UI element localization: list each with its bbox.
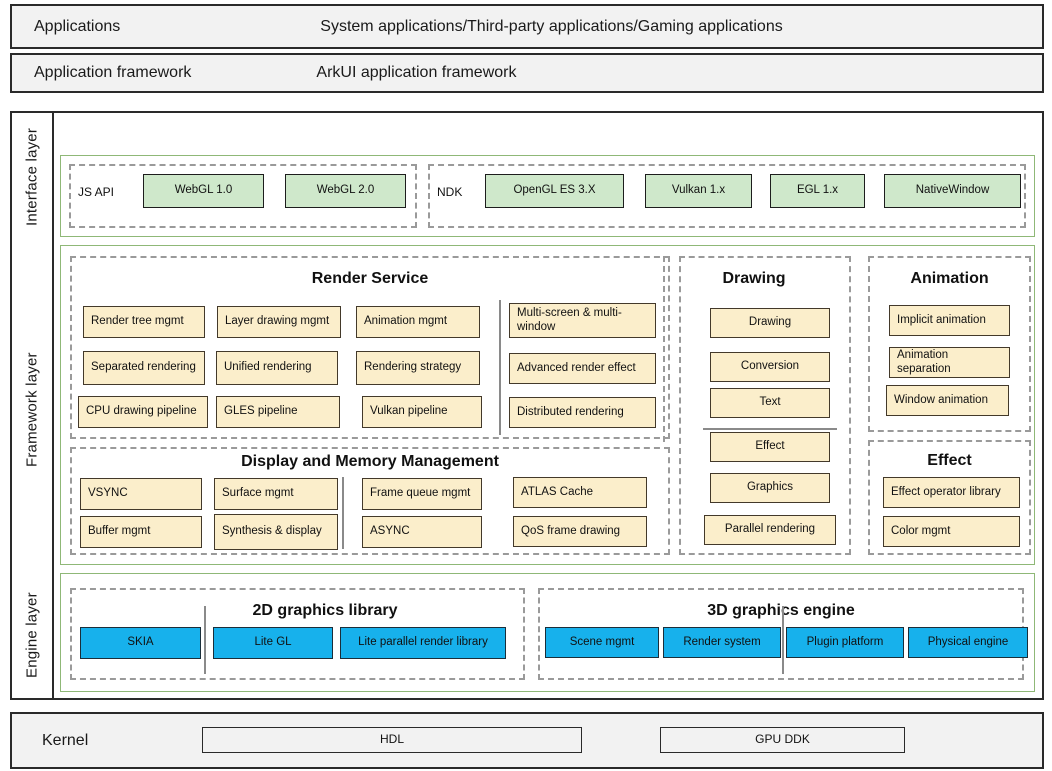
chip-gles-pipeline[interactable]: GLES pipeline xyxy=(216,396,340,428)
ndk-label: NDK xyxy=(437,185,463,199)
layer-label-divider xyxy=(52,113,54,698)
application-framework-bar: Application framework ArkUI application … xyxy=(10,53,1044,93)
chip-lite-gl[interactable]: Lite GL xyxy=(213,627,333,659)
chip-egl[interactable]: EGL 1.x xyxy=(770,174,865,208)
chip-unified-rendering[interactable]: Unified rendering xyxy=(216,351,338,385)
application-framework-content: ArkUI application framework xyxy=(316,64,517,81)
chip-animation-mgmt[interactable]: Animation mgmt xyxy=(356,306,480,338)
kernel-label: Kernel xyxy=(42,731,89,749)
chip-rendering-strategy[interactable]: Rendering strategy xyxy=(356,351,480,385)
chip-cpu-drawing-pipeline[interactable]: CPU drawing pipeline xyxy=(78,396,208,428)
chip-async[interactable]: ASYNC xyxy=(362,516,482,548)
chip-implicit-animation[interactable]: Implicit animation xyxy=(889,305,1010,336)
chip-frame-queue-mgmt[interactable]: Frame queue mgmt xyxy=(362,478,482,510)
interface-layer-label: Interface layer xyxy=(23,127,41,227)
chip-advanced-render-effect[interactable]: Advanced render effect xyxy=(509,353,656,384)
chip-skia[interactable]: SKIA xyxy=(80,627,201,659)
chip-separated-rendering[interactable]: Separated rendering xyxy=(83,351,205,385)
render-service-title: Render Service xyxy=(311,270,429,287)
engine-layer-label: Engine layer xyxy=(23,592,41,679)
chip-render-system[interactable]: Render system xyxy=(663,627,781,658)
chip-gpu-ddk[interactable]: GPU DDK xyxy=(660,727,905,753)
drawing-section-divider xyxy=(703,428,837,430)
chip-animation-separation[interactable]: Animation separation xyxy=(889,347,1010,378)
applications-bar: Applications System applications/Third-p… xyxy=(10,4,1044,49)
chip-nativewindow[interactable]: NativeWindow xyxy=(884,174,1021,208)
chip-text[interactable]: Text xyxy=(710,388,830,418)
chip-window-animation[interactable]: Window animation xyxy=(886,385,1009,416)
architecture-diagram: Applications System applications/Third-p… xyxy=(0,0,1052,771)
graphics-2d-title: 2D graphics library xyxy=(252,602,398,619)
graphics-3d-title: 3D graphics engine xyxy=(707,602,855,619)
chip-vsync[interactable]: VSYNC xyxy=(80,478,202,510)
chip-layer-drawing-mgmt[interactable]: Layer drawing mgmt xyxy=(217,306,341,338)
chip-hdl[interactable]: HDL xyxy=(202,727,582,753)
chip-plugin-platform[interactable]: Plugin platform xyxy=(786,627,904,658)
chip-render-tree-mgmt[interactable]: Render tree mgmt xyxy=(83,306,205,338)
chip-webgl-20[interactable]: WebGL 2.0 xyxy=(285,174,406,208)
drawing-left-dash-rule xyxy=(663,256,665,442)
chip-conversion[interactable]: Conversion xyxy=(710,352,830,382)
animation-title: Animation xyxy=(910,270,989,287)
chip-color-mgmt[interactable]: Color mgmt xyxy=(883,516,1020,547)
chip-synthesis-display[interactable]: Synthesis & display xyxy=(214,514,338,550)
js-api-label: JS API xyxy=(78,185,115,199)
chip-graphics[interactable]: Graphics xyxy=(710,473,830,503)
render-service-column-divider xyxy=(499,300,501,435)
chip-drawing[interactable]: Drawing xyxy=(710,308,830,338)
chip-opengl-es[interactable]: OpenGL ES 3.X xyxy=(485,174,624,208)
chip-scene-mgmt[interactable]: Scene mgmt xyxy=(545,627,659,658)
drawing-title: Drawing xyxy=(722,270,786,287)
chip-webgl-10[interactable]: WebGL 1.0 xyxy=(143,174,264,208)
effect-title: Effect xyxy=(927,452,972,469)
chip-effect-operator-library[interactable]: Effect operator library xyxy=(883,477,1020,508)
graphics-2d-divider xyxy=(204,606,206,674)
display-memory-title: Display and Memory Management xyxy=(241,453,499,470)
chip-vulkan[interactable]: Vulkan 1.x xyxy=(645,174,752,208)
applications-label: Applications xyxy=(34,17,121,35)
chip-surface-mgmt[interactable]: Surface mgmt xyxy=(214,478,338,510)
chip-lite-parallel-render-library[interactable]: Lite parallel render library xyxy=(340,627,506,659)
application-framework-label: Application framework xyxy=(34,64,192,81)
chip-effect[interactable]: Effect xyxy=(710,432,830,462)
applications-content: System applications/Third-party applicat… xyxy=(320,17,783,35)
chip-distributed-rendering[interactable]: Distributed rendering xyxy=(509,397,656,428)
chip-multi-screen-multi-window[interactable]: Multi-screen & multi-window xyxy=(509,303,656,338)
chip-buffer-mgmt[interactable]: Buffer mgmt xyxy=(80,516,202,548)
chip-parallel-rendering[interactable]: Parallel rendering xyxy=(704,515,836,545)
chip-atlas-cache[interactable]: ATLAS Cache xyxy=(513,477,647,508)
display-memory-column-divider xyxy=(342,477,344,549)
chip-physical-engine[interactable]: Physical engine xyxy=(908,627,1028,658)
chip-vulkan-pipeline[interactable]: Vulkan pipeline xyxy=(362,396,482,428)
framework-layer-label: Framework layer xyxy=(23,352,41,468)
graphics-3d-divider xyxy=(782,606,784,674)
chip-qos-frame-drawing[interactable]: QoS frame drawing xyxy=(513,516,647,547)
